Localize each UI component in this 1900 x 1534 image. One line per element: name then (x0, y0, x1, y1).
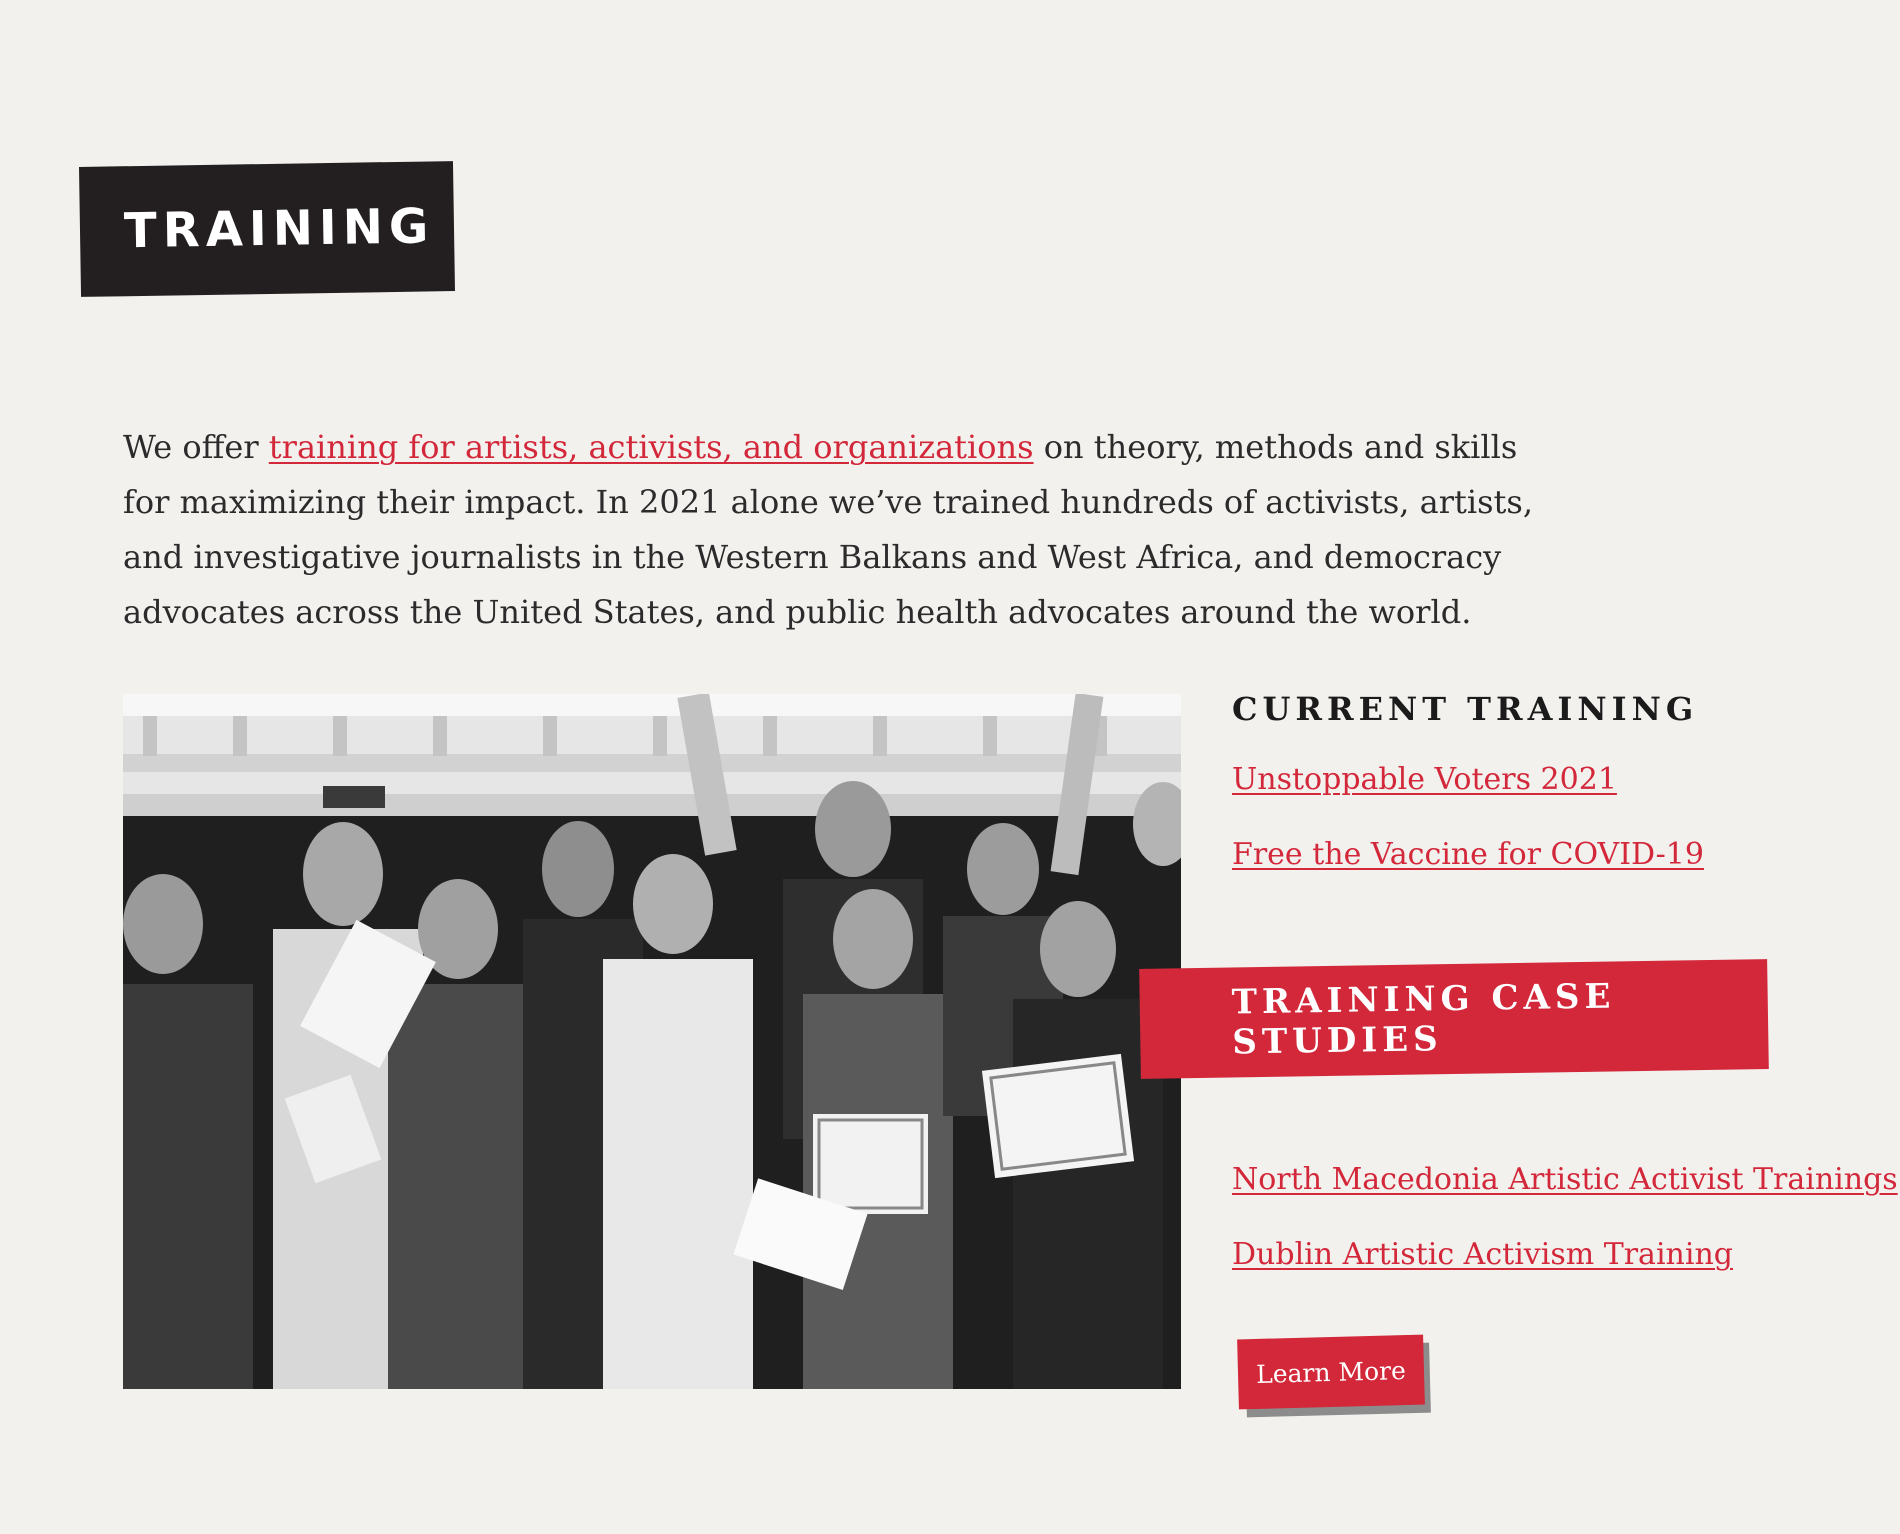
intro-text-start: We offer (123, 428, 269, 466)
list-item: Unstoppable Voters 2021 (1232, 762, 1872, 797)
section-title-badge: TRAINING (79, 161, 455, 297)
list-item: North Macedonia Artistic Activist Traini… (1232, 1162, 1898, 1197)
training-offer-link[interactable]: training for artists, activists, and org… (269, 428, 1034, 466)
current-training-heading: CURRENT TRAINING (1232, 690, 1699, 728)
intro-paragraph: We offer training for artists, activists… (123, 420, 1563, 640)
north-macedonia-link[interactable]: North Macedonia Artistic Activist Traini… (1232, 1162, 1898, 1197)
free-the-vaccine-link[interactable]: Free the Vaccine for COVID-19 (1232, 837, 1704, 872)
case-studies-banner: TRAINING CASE STUDIES (1139, 959, 1769, 1079)
list-item: Free the Vaccine for COVID-19 (1232, 837, 1872, 872)
unstoppable-voters-link[interactable]: Unstoppable Voters 2021 (1232, 762, 1617, 797)
case-studies-list: North Macedonia Artistic Activist Traini… (1232, 1162, 1898, 1312)
case-studies-heading: TRAINING CASE STUDIES (1231, 976, 1616, 1063)
list-item: Dublin Artistic Activism Training (1232, 1237, 1898, 1272)
training-group-photo (123, 694, 1181, 1389)
dublin-training-link[interactable]: Dublin Artistic Activism Training (1232, 1237, 1733, 1272)
learn-more-button[interactable]: Learn More (1237, 1334, 1425, 1410)
current-training-list: Unstoppable Voters 2021 Free the Vaccine… (1232, 762, 1872, 872)
section-title: TRAINING (123, 198, 435, 260)
learn-more-container: Learn More (1237, 1334, 1431, 1418)
current-training-section: CURRENT TRAINING Unstoppable Voters 2021… (1232, 690, 1872, 912)
